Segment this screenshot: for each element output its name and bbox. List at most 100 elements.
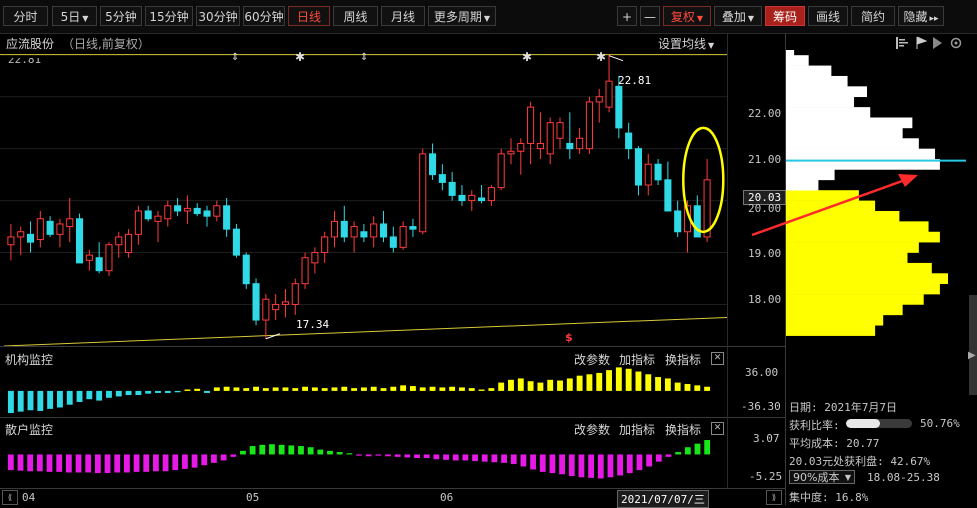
candlestick-chart[interactable] [0, 50, 727, 346]
candle-down [389, 236, 397, 248]
split-marker-icon[interactable]: ⇕ [360, 52, 368, 63]
dollar-marker-icon[interactable]: $ [565, 331, 573, 344]
indicator-bar [346, 453, 353, 455]
zoom-in-button[interactable]: + [617, 6, 637, 26]
gear-icon[interactable] [950, 37, 962, 49]
indicator-bar [636, 454, 643, 471]
price-tick-21: 21.00 [748, 153, 782, 166]
simple-mode-button[interactable]: 简约 [851, 6, 895, 26]
inst-panel-divider [0, 417, 785, 418]
play-icon[interactable] [933, 37, 942, 49]
chip-distribution-icon[interactable] [896, 37, 908, 49]
candle-up [125, 233, 133, 254]
tab-intraday[interactable]: 分时 [3, 6, 48, 26]
indicator-bar [429, 386, 436, 391]
indicator-bar [626, 454, 633, 474]
indicator-bar [704, 386, 711, 391]
candle-up [17, 231, 25, 238]
indicator-bar [419, 387, 426, 391]
scroll-left-icon[interactable]: ⟪ [2, 490, 18, 505]
indicator-bar [684, 447, 691, 455]
tab-30min[interactable]: 30分钟 [196, 6, 240, 26]
tab-monthly[interactable]: 月线 [381, 6, 425, 26]
collapse-arrow-icon[interactable]: ▶ [968, 350, 976, 361]
candle-down [360, 231, 368, 238]
more-period-dropdown[interactable]: 更多周期 ▼ [428, 6, 496, 26]
chips-button[interactable]: 筹码 [765, 6, 805, 26]
price-tick-20: 20.00 [748, 202, 782, 215]
draw-line-button[interactable]: 画线 [808, 6, 848, 26]
inst-bar-chart[interactable] [0, 366, 727, 416]
candle-up [350, 226, 358, 238]
indicator-bar [194, 388, 201, 391]
indicator-bar [527, 381, 534, 391]
tab-60min[interactable]: 60分钟 [243, 6, 285, 26]
candle-up [291, 283, 299, 305]
chip-bin [786, 96, 855, 108]
cost-percent-select[interactable]: 90%成本 ▼ [789, 470, 855, 484]
zoom-out-button[interactable]: — [640, 6, 660, 26]
candle-up [183, 207, 191, 212]
indicator-bar [65, 454, 72, 473]
hide-button[interactable]: 隐藏 ▸▸ [898, 6, 944, 26]
event-markers: ⇕ ✱ ⇕ ✱ ✱ [0, 50, 727, 64]
tab-5min[interactable]: 5分钟 [100, 6, 142, 26]
indicator-bar [674, 382, 681, 391]
indicator-bar [510, 454, 517, 465]
tab-weekly[interactable]: 周线 [333, 6, 378, 26]
chip-bin [786, 190, 859, 201]
current-date-tag: 2021/07/07/三 [617, 490, 709, 508]
chip-bin [786, 210, 900, 222]
candle-down [242, 254, 250, 285]
candle-up [105, 244, 113, 272]
price-tick-22: 22.00 [748, 107, 782, 120]
star-marker-icon[interactable]: ✱ [522, 50, 532, 64]
flag-icon[interactable] [916, 36, 928, 49]
tab-daily[interactable]: 日线 [288, 6, 330, 26]
chip-bin [786, 262, 932, 274]
candle-up [595, 96, 603, 103]
retail-bar-chart[interactable] [0, 436, 727, 486]
split-marker-icon[interactable]: ⇕ [231, 52, 239, 63]
candle-up [527, 106, 535, 144]
chip-bin [786, 65, 832, 77]
scroll-right-icon[interactable]: ⟫ [766, 490, 782, 505]
candle-down [625, 132, 633, 150]
adjust-dropdown[interactable]: 复权 ▼ [663, 6, 711, 26]
profit-at-price: 20.03元处获利盘: 42.67% [789, 455, 931, 468]
overlay-dropdown[interactable]: 叠加 ▼ [714, 6, 762, 26]
retail-close-icon[interactable]: ✕ [711, 422, 724, 435]
indicator-bar [7, 390, 14, 414]
candle-down [174, 205, 182, 212]
indicator-bar [262, 388, 269, 391]
candle-down [478, 197, 486, 202]
indicator-bar [459, 387, 465, 391]
indicator-bar [380, 388, 387, 391]
chip-bin [786, 231, 940, 243]
candle-up [546, 122, 554, 155]
panel-scrollbar[interactable] [969, 295, 977, 395]
candle-down [252, 283, 260, 321]
inst-close-icon[interactable]: ✕ [711, 352, 724, 365]
candle-down [144, 210, 152, 220]
price-tick-19: 19.00 [748, 247, 782, 260]
candle-up [36, 218, 44, 241]
candle-down [26, 233, 35, 243]
indicator-bar [311, 387, 318, 391]
indicator-bar [233, 387, 240, 391]
candle-down [95, 257, 103, 272]
indicator-bar [278, 444, 285, 455]
tab-15min[interactable]: 15分钟 [145, 6, 193, 26]
indicator-bar [664, 378, 671, 391]
candle-up [370, 223, 378, 238]
star-marker-icon[interactable]: ✱ [295, 50, 305, 64]
candle-up [154, 215, 162, 222]
tab-5day[interactable]: 5日 ▼ [52, 6, 97, 26]
candle-up [487, 187, 495, 202]
indicator-bar [182, 454, 188, 469]
chip-distribution-chart[interactable] [786, 50, 969, 346]
star-marker-icon[interactable]: ✱ [596, 50, 606, 64]
candle-up [115, 236, 123, 246]
high-price-label: 22.81 [618, 74, 652, 87]
concentration: 集中度: 16.8% [789, 491, 869, 504]
